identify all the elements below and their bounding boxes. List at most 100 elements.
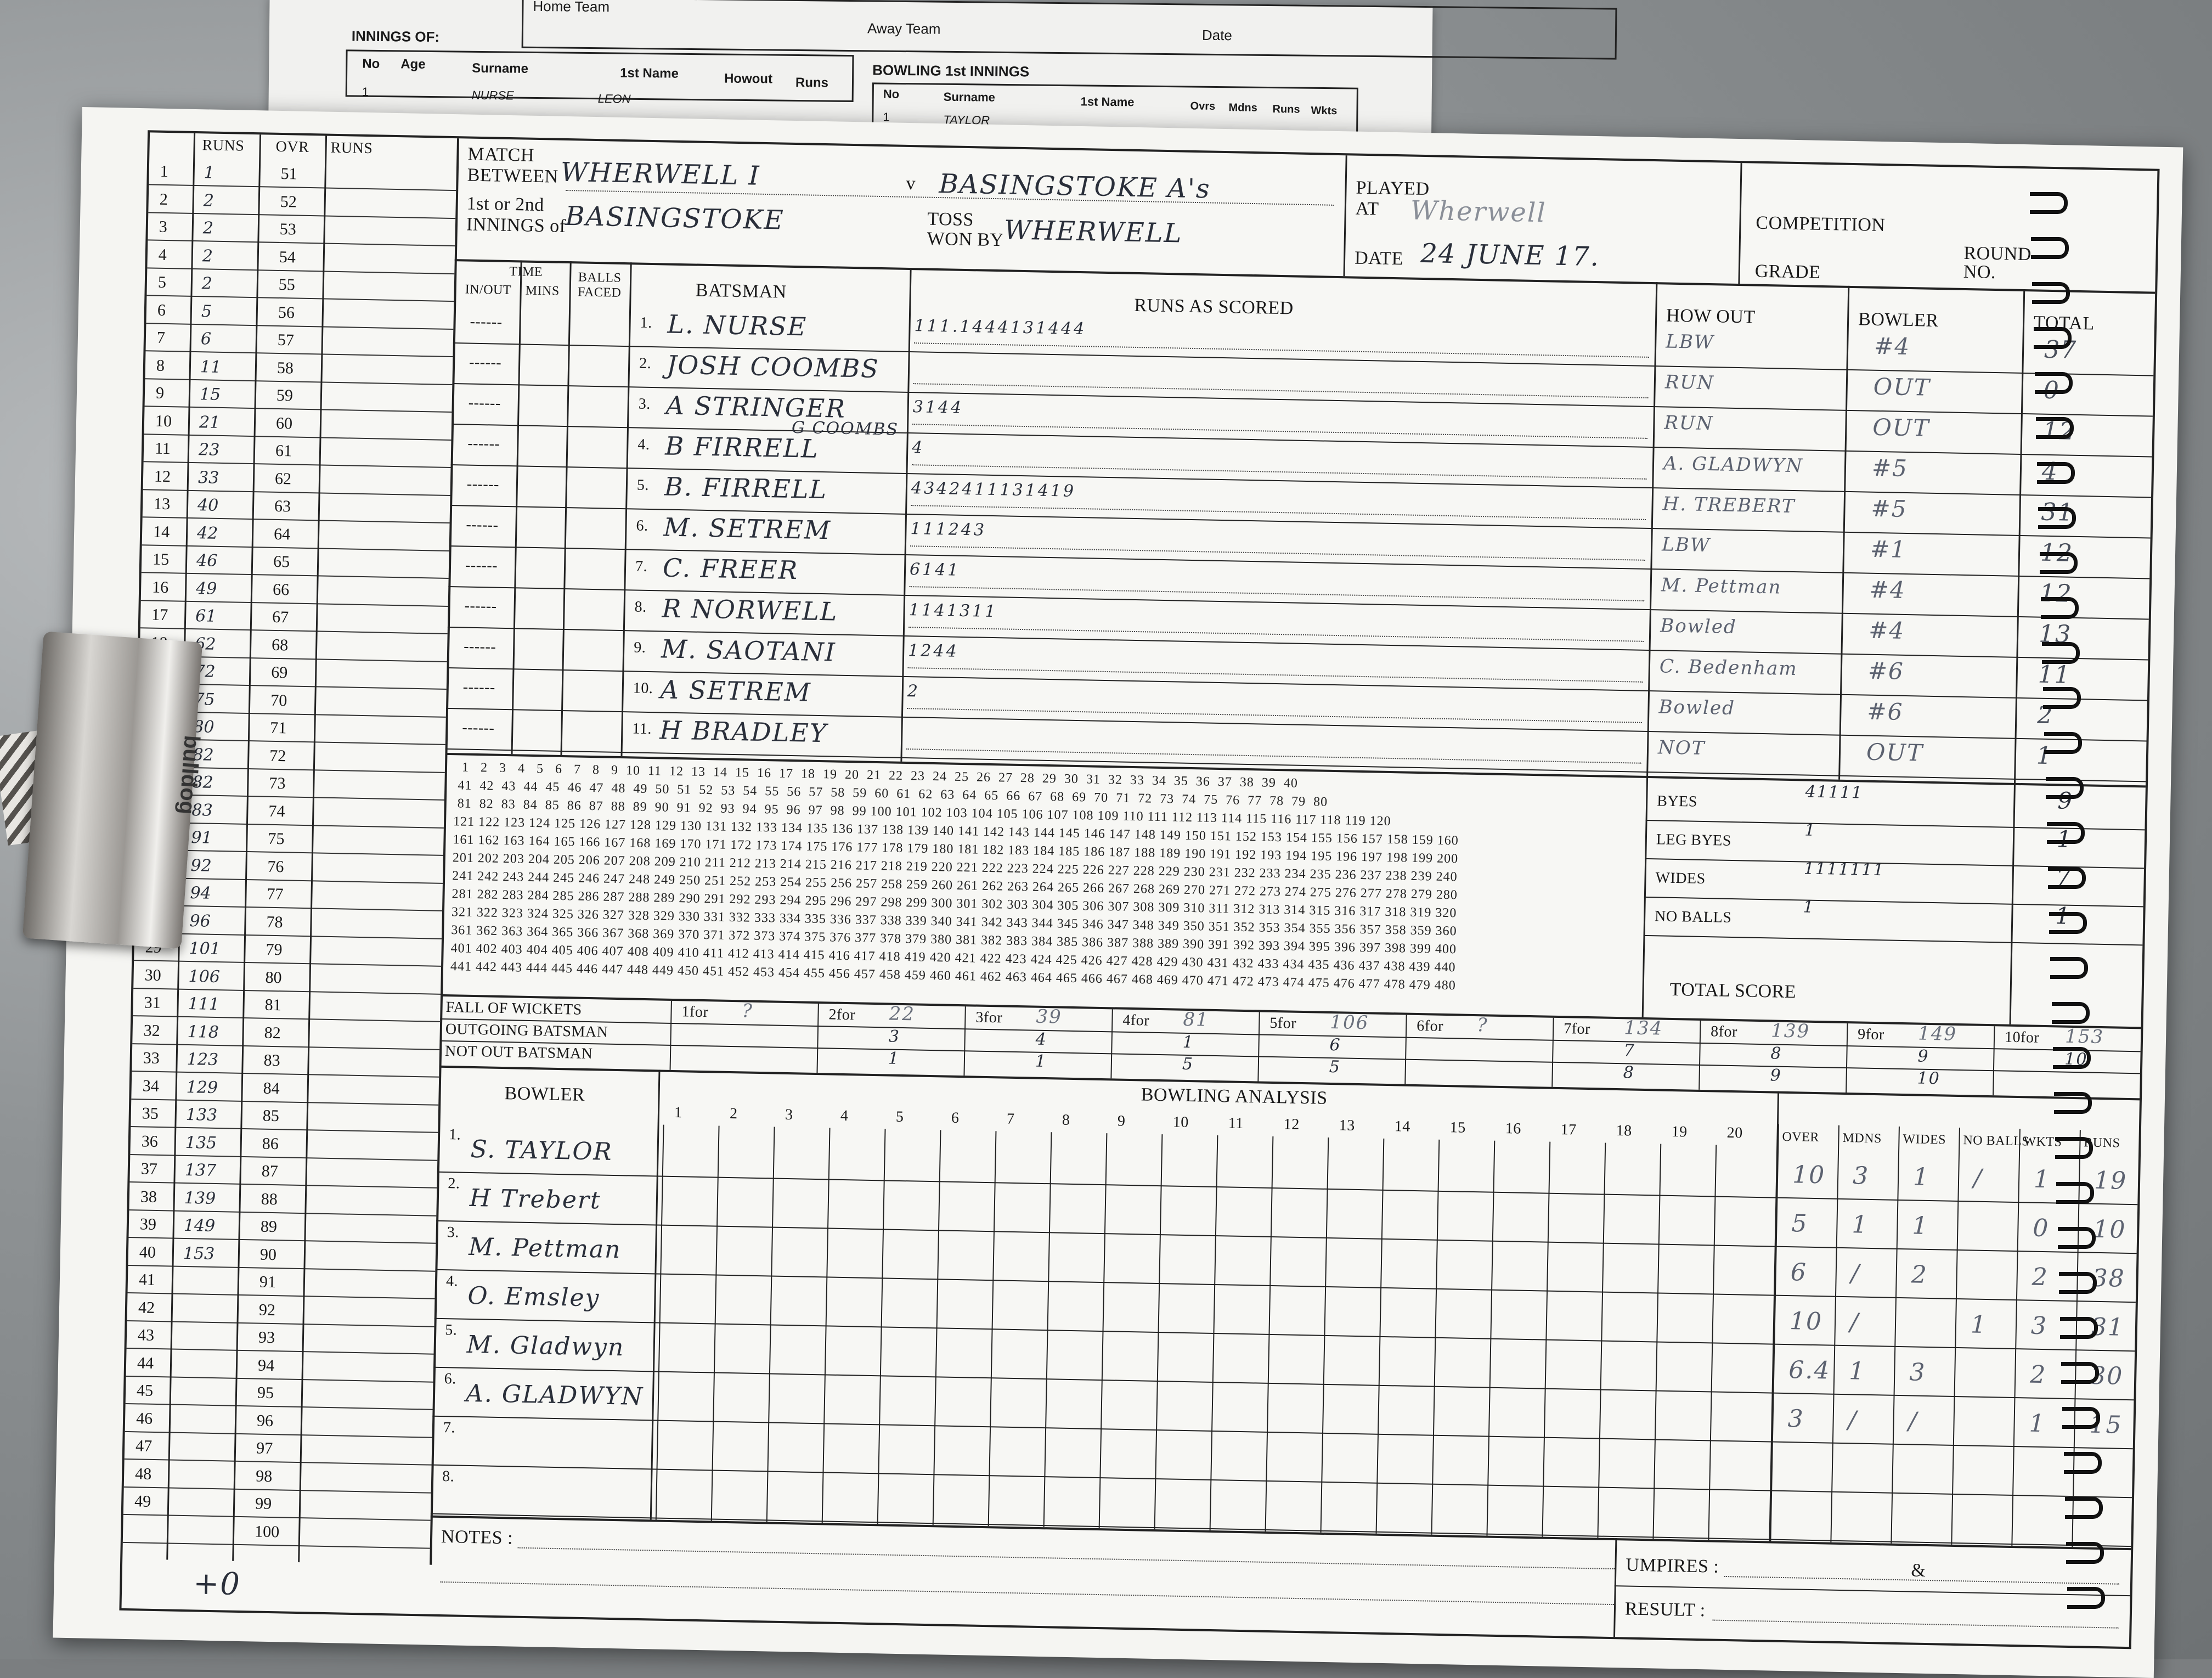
batting-in-out-dashes: ------ <box>467 435 500 453</box>
runs-tally-row: 4 2 54 <box>147 241 455 274</box>
bulldog-clip: bulldog <box>22 631 204 949</box>
runs-col-header-1: RUNS <box>202 137 245 155</box>
runs-tally-row: 39 149 89 <box>128 1212 437 1244</box>
runs-as-scored: 4 <box>912 438 925 458</box>
runs-tally-row: 14 42 64 <box>142 519 450 551</box>
tally-over-2: 70 <box>270 691 287 710</box>
over-number: 14 <box>1394 1118 1411 1135</box>
tally-runs: 2 <box>202 246 213 266</box>
tally-over: 49 <box>134 1492 151 1511</box>
spiral-ring <box>2067 1587 2106 1609</box>
dismissal-bowler: #4 <box>1868 616 1905 644</box>
dismissal-bowler: #4 <box>1869 576 1906 604</box>
tally-over-2: 86 <box>262 1134 279 1153</box>
tally-over-2: 61 <box>275 441 292 460</box>
col-no: No <box>362 56 380 72</box>
fow-outgoing: 8 <box>1770 1044 1782 1063</box>
spiral-ring <box>2048 867 2086 889</box>
bowler-row-divider <box>433 1366 2134 1401</box>
runs-scored-line <box>913 383 1649 398</box>
tally-over: 46 <box>136 1409 153 1428</box>
fow-not-out: 1 <box>888 1049 900 1068</box>
no-balls-label: NO BALLS <box>1654 908 1732 926</box>
batsman-number: 8. <box>634 598 647 616</box>
runs-tally-row: 48 98 <box>123 1461 432 1494</box>
fow-col-label: 6for <box>1417 1017 1444 1035</box>
fow-col-label: 7for <box>1563 1020 1591 1038</box>
spiral-ring <box>2063 1452 2102 1474</box>
batsman-number: 6. <box>636 517 648 534</box>
tally-runs: 42 <box>196 523 218 543</box>
fow-col-divider <box>1699 1020 1701 1090</box>
outgoing-label: OUTGOING BATSMAN <box>445 1021 608 1041</box>
not-out-label: NOT OUT BATSMAN <box>444 1043 593 1063</box>
tally-runs: 6 <box>200 329 212 349</box>
spiral-ring <box>2062 1407 2101 1429</box>
batsman-label: BATSMAN <box>695 280 787 302</box>
tally-over: 32 <box>143 1021 161 1040</box>
bowler-runs: 19 <box>2094 1166 2128 1195</box>
spiral-ring <box>2052 1047 2091 1069</box>
ovr-col-header: OVR <box>275 138 309 156</box>
dismissal-bowler: #6 <box>1866 697 1904 725</box>
bowl-col-wkts: Wkts <box>1311 104 1338 117</box>
spiral-ring <box>2049 912 2087 934</box>
batsman-name: R NORWELL <box>662 593 838 627</box>
over-number: 7 <box>1006 1110 1015 1128</box>
fow-col-divider <box>816 1004 819 1073</box>
summary-header: MDNS <box>1842 1130 1882 1146</box>
tally-runs: 21 <box>199 412 221 432</box>
tally-runs: 40 <box>197 495 219 515</box>
tally-runs: 101 <box>189 939 221 959</box>
time-label: TIME <box>509 264 543 280</box>
runs-tally-row: 38 139 88 <box>129 1184 437 1217</box>
tally-over: 10 <box>155 412 172 430</box>
fow-score: 81 <box>1183 1008 1210 1031</box>
tally-over-2: 97 <box>256 1439 273 1458</box>
runs-tally-row: 40 153 90 <box>128 1239 436 1272</box>
round-no-label: NO. <box>1963 261 1996 283</box>
bowler-row-divider <box>432 1415 2133 1450</box>
bowler-over: 6 <box>1790 1258 1808 1287</box>
bowling-title: BOWLING 1st INNINGS <box>872 61 1030 80</box>
fow-not-out: 5 <box>1182 1054 1194 1074</box>
bowling-analysis-title: BOWLING ANALYSIS <box>1141 1084 1328 1108</box>
tally-over: 34 <box>142 1076 160 1095</box>
runs-tally-row: 35 133 85 <box>131 1101 439 1133</box>
tally-runs: 92 <box>190 855 212 876</box>
spiral-ring <box>2036 417 2074 439</box>
dismissal-bowler: OUT <box>1873 373 1931 401</box>
runs-tally-row: 43 93 <box>126 1322 435 1355</box>
batsman-number: 3. <box>638 395 651 413</box>
tally-runs: 91 <box>191 828 212 848</box>
tally-over-2: 57 <box>277 330 295 350</box>
batting-in-out-dashes: ------ <box>462 678 496 696</box>
wides-label: WIDES <box>1655 869 1706 888</box>
bowler-name: S. TAYLOR <box>470 1135 613 1166</box>
over-number: 10 <box>1172 1113 1189 1131</box>
spiral-ring <box>2046 822 2085 844</box>
batsman-name: M. SETREM <box>663 512 832 545</box>
spiral-ring <box>2054 1092 2092 1114</box>
fow-score: 139 <box>1770 1020 1810 1043</box>
team-home: WHERWELL I <box>560 156 761 192</box>
innings-of-team: BASINGSTOKE <box>565 200 785 236</box>
tally-over-2: 54 <box>279 247 296 267</box>
bowler-no-balls: / <box>1973 1164 1983 1192</box>
tally-over: 42 <box>138 1298 155 1317</box>
batsman-number: 10. <box>633 679 653 697</box>
toss-won-by: WHERWELL <box>1003 215 1183 249</box>
tally-runs: 94 <box>190 883 212 903</box>
tally-over-2: 68 <box>271 635 289 654</box>
how-out: Bowled <box>1658 696 1736 720</box>
summary-col-divider <box>2011 1129 2021 1546</box>
batsman-number: 11. <box>632 720 652 738</box>
spiral-ring <box>2057 1227 2096 1249</box>
tally-over-2: 89 <box>260 1217 278 1236</box>
spiral-ring <box>2066 1542 2104 1564</box>
over-number: 11 <box>1228 1114 1244 1132</box>
bowler-row-divider <box>434 1317 2135 1352</box>
tally-over: 12 <box>154 467 171 486</box>
fow-score: 39 <box>1036 1005 1063 1028</box>
bowler-mdns: 3 <box>1852 1162 1870 1190</box>
